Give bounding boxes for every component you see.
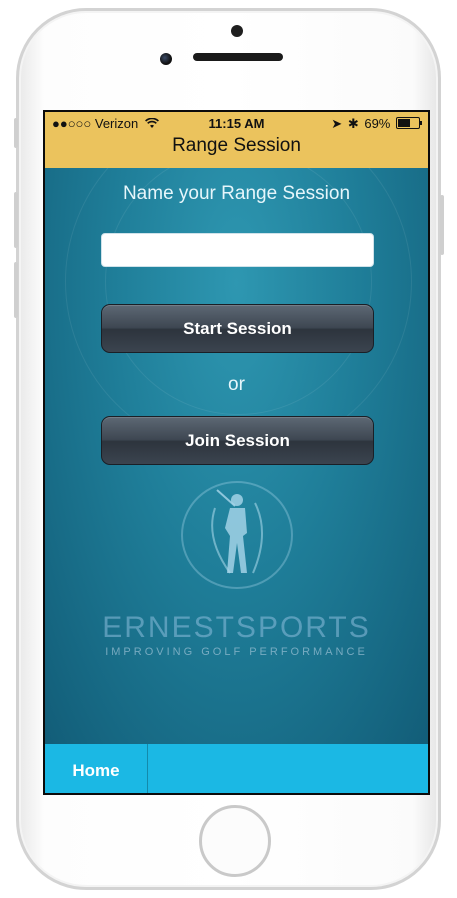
brand-tagline: IMPROVING GOLF PERFORMANCE <box>105 646 368 658</box>
location-arrow-icon: ➤ <box>331 116 343 131</box>
page-title: Range Session <box>172 135 301 156</box>
home-button[interactable] <box>199 805 271 877</box>
screen: ●●○○○ Verizon 11:15 AM ➤ ✱ 69% Range Ses… <box>43 110 430 795</box>
join-session-label: Join Session <box>185 430 290 450</box>
bluetooth-icon: ✱ <box>347 116 359 131</box>
golfer-logo <box>175 478 300 593</box>
start-session-label: Start Session <box>183 318 292 338</box>
or-separator: or <box>228 374 245 395</box>
brand-wordmark: ERNESTSPORTS <box>102 611 371 644</box>
power-button <box>440 195 444 255</box>
status-right: ➤ ✱ 69% <box>331 116 422 132</box>
front-camera-icon <box>160 53 172 65</box>
golfer-icon <box>181 481 293 589</box>
tab-home-label: Home <box>72 760 120 780</box>
start-session-button[interactable]: Start Session <box>101 304 374 353</box>
proximity-sensor <box>231 25 243 37</box>
volume-down-button <box>14 262 18 318</box>
battery-icon <box>396 117 422 129</box>
earpiece-speaker <box>193 53 283 61</box>
battery-fill <box>398 119 410 127</box>
battery-percent: 69% <box>364 116 391 131</box>
tab-home[interactable]: Home <box>45 744 148 793</box>
tab-bar: Home <box>45 744 428 793</box>
mute-switch <box>14 118 18 148</box>
session-name-label: Name your Range Session <box>122 183 351 204</box>
join-session-button[interactable]: Join Session <box>101 416 374 465</box>
navigation-bar: ●●○○○ Verizon 11:15 AM ➤ ✱ 69% Range Ses… <box>45 112 428 168</box>
volume-up-button <box>14 192 18 248</box>
status-bar: ●●○○○ Verizon 11:15 AM ➤ ✱ 69% <box>45 116 428 132</box>
session-name-input[interactable] <box>101 233 374 267</box>
main-content: Name your Range Session Start Session or… <box>45 168 428 746</box>
